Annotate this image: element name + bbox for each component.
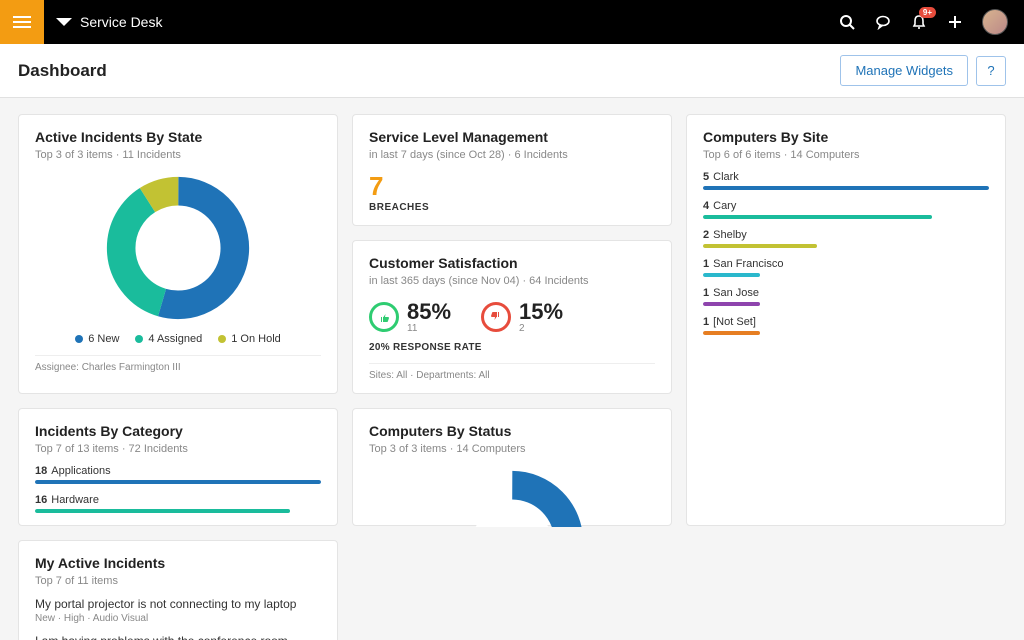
chat-icon[interactable] [874, 13, 892, 31]
widget-computers-by-status[interactable]: Computers By Status Top 3 of 3 items · 1… [352, 408, 672, 526]
widget-incidents-by-category[interactable]: Incidents By Category Top 7 of 13 items … [18, 408, 338, 526]
subheader: Dashboard Manage Widgets ? [0, 44, 1024, 98]
csat-positive: 85% 11 [369, 299, 451, 334]
widget-title: Active Incidents By State [35, 129, 321, 145]
avatar[interactable] [982, 9, 1008, 35]
notifications-icon[interactable]: 9+ [910, 13, 928, 31]
legend-item: 6 New [75, 333, 119, 345]
widget-my-incidents[interactable]: My Active Incidents Top 7 of 11 items My… [18, 540, 338, 640]
widget-title: Computers By Status [369, 423, 655, 439]
bar-row: 16Hardware [35, 494, 321, 513]
csat-rate: 20% RESPONSE RATE [369, 342, 655, 353]
widget-slm[interactable]: Service Level Management in last 7 days … [352, 114, 672, 226]
widget-title: Service Level Management [369, 129, 655, 145]
widget-csat[interactable]: Customer Satisfaction in last 365 days (… [352, 240, 672, 394]
widget-active-incidents[interactable]: Active Incidents By State Top 3 of 3 ite… [18, 114, 338, 394]
widget-subtitle: Top 7 of 13 items · 72 Incidents [35, 443, 321, 455]
widget-subtitle: Top 3 of 3 items · 11 Incidents [35, 149, 321, 161]
list-item[interactable]: I am having problems with the conference… [35, 634, 321, 640]
legend-item: 4 Assigned [135, 333, 202, 345]
widget-footer: Assignee: Charles Farmington III [35, 355, 321, 373]
content: Active Incidents By State Top 3 of 3 ite… [0, 98, 1024, 640]
widget-subtitle: in last 7 days (since Oct 28) · 6 Incide… [369, 149, 655, 161]
notification-badge: 9+ [919, 7, 936, 18]
bar-row: 1San Francisco [703, 258, 989, 277]
widget-title: Customer Satisfaction [369, 255, 655, 271]
donut-chart-partial [369, 467, 655, 527]
bar-row: 2Shelby [703, 229, 989, 248]
widget-subtitle: Top 3 of 3 items · 14 Computers [369, 443, 655, 455]
widget-computers-by-site[interactable]: Computers By Site Top 6 of 6 items · 14 … [686, 114, 1006, 526]
list-item[interactable]: My portal projector is not connecting to… [35, 597, 321, 624]
widget-subtitle: Top 6 of 6 items · 14 Computers [703, 149, 989, 161]
chart-legend: 6 New 4 Assigned 1 On Hold [35, 333, 321, 345]
slm-value: 7 [369, 171, 655, 202]
widget-subtitle: Top 7 of 11 items [35, 575, 321, 587]
menu-button[interactable] [0, 0, 44, 44]
csat-negative: 15% 2 [481, 299, 563, 334]
widget-title: Computers By Site [703, 129, 989, 145]
donut-chart [35, 173, 321, 323]
app-name: Service Desk [80, 14, 162, 30]
search-icon[interactable] [838, 13, 856, 31]
widget-subtitle: in last 365 days (since Nov 04) · 64 Inc… [369, 275, 655, 287]
bar-row: 4Cary [703, 200, 989, 219]
bar-row: 1San Jose [703, 287, 989, 306]
widget-footer: Sites: All · Departments: All [369, 363, 655, 381]
widget-title: My Active Incidents [35, 555, 321, 571]
thumbs-down-icon [481, 302, 511, 332]
legend-item: 1 On Hold [218, 333, 281, 345]
topbar-actions: 9+ [838, 9, 1024, 35]
help-button[interactable]: ? [976, 56, 1006, 86]
bar-row: 1[Not Set] [703, 316, 989, 335]
hamburger-icon [13, 16, 31, 28]
brand: Service Desk [44, 14, 162, 30]
thumbs-up-icon [369, 302, 399, 332]
slm-label: BREACHES [369, 202, 655, 213]
add-icon[interactable] [946, 13, 964, 31]
bar-row: 18Applications [35, 465, 321, 484]
page-title: Dashboard [18, 61, 107, 81]
widget-title: Incidents By Category [35, 423, 321, 439]
topbar: Service Desk 9+ [0, 0, 1024, 44]
brand-icon [56, 14, 72, 30]
manage-widgets-button[interactable]: Manage Widgets [840, 55, 968, 86]
bar-row: 5Clark [703, 171, 989, 190]
